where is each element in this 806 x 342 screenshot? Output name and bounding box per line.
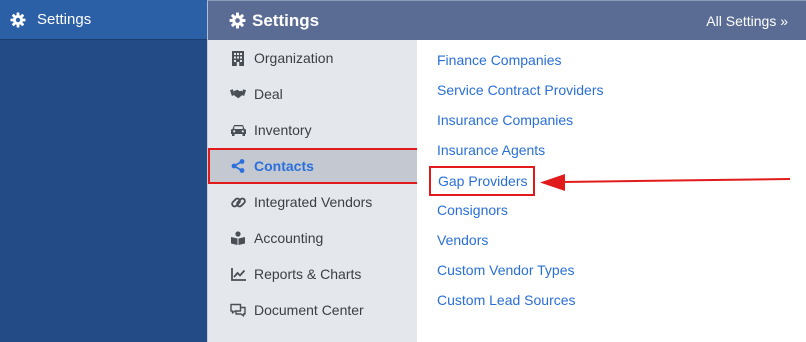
left-sidebar: Settings <box>0 0 207 342</box>
category-label: Inventory <box>254 122 312 138</box>
link-vendors[interactable]: Vendors <box>437 230 488 250</box>
gear-icon <box>10 12 26 27</box>
line-chart-icon <box>230 266 246 282</box>
category-integrated-vendors[interactable]: Integrated Vendors <box>208 184 417 220</box>
all-settings-link[interactable]: All Settings » <box>706 13 788 29</box>
settings-header: Settings All Settings » <box>207 0 806 40</box>
link-finance-companies[interactable]: Finance Companies <box>437 50 562 70</box>
category-label: Organization <box>254 50 334 66</box>
settings-category-list: Organization Deal Inventory Contacts Int… <box>207 40 419 342</box>
category-label: Accounting <box>254 230 324 246</box>
share-icon <box>230 158 246 174</box>
category-label: Document Center <box>254 302 364 318</box>
sidebar-settings-label: Settings <box>37 11 92 28</box>
category-deal[interactable]: Deal <box>208 76 417 112</box>
comments-icon <box>230 302 246 318</box>
book-reader-icon <box>230 230 246 246</box>
link-service-contract-providers[interactable]: Service Contract Providers <box>437 80 604 100</box>
category-label: Deal <box>254 86 283 102</box>
category-contacts[interactable]: Contacts <box>208 148 419 184</box>
link-consignors[interactable]: Consignors <box>437 200 508 220</box>
category-label: Contacts <box>254 158 314 174</box>
building-icon <box>230 50 246 66</box>
link-gap-providers[interactable]: Gap Providers <box>429 166 536 196</box>
category-document-center[interactable]: Document Center <box>208 292 417 328</box>
category-organization[interactable]: Organization <box>208 40 417 76</box>
link-custom-vendor-types[interactable]: Custom Vendor Types <box>437 260 574 280</box>
handshake-icon <box>230 86 246 102</box>
page-title: Settings <box>252 10 320 30</box>
sidebar-item-settings[interactable]: Settings <box>0 0 207 40</box>
link-insurance-companies[interactable]: Insurance Companies <box>437 110 573 130</box>
category-label: Reports & Charts <box>254 266 362 282</box>
link-insurance-agents[interactable]: Insurance Agents <box>437 140 545 160</box>
annotation-arrow <box>540 174 791 191</box>
category-reports-charts[interactable]: Reports & Charts <box>208 256 417 292</box>
link-icon <box>230 194 246 210</box>
category-label: Integrated Vendors <box>254 194 373 210</box>
category-accounting[interactable]: Accounting <box>208 220 417 256</box>
header-title-group: Settings <box>229 11 319 31</box>
category-inventory[interactable]: Inventory <box>208 112 417 148</box>
link-custom-lead-sources[interactable]: Custom Lead Sources <box>437 290 576 310</box>
car-icon <box>230 122 246 138</box>
gear-icon <box>229 12 246 29</box>
